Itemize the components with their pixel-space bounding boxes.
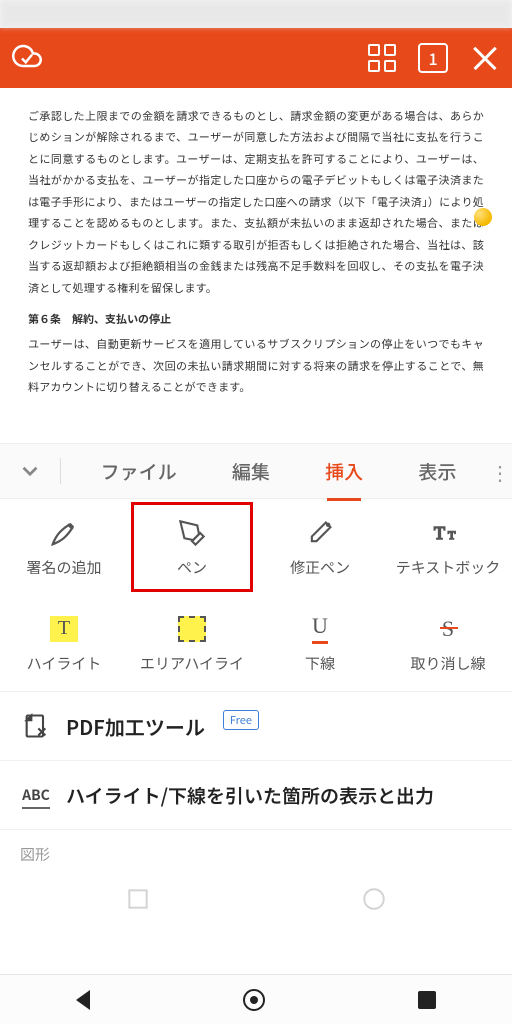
page-number-badge[interactable]: 1	[418, 43, 448, 73]
cloud-sync-icon[interactable]	[12, 41, 42, 76]
section-title: PDF加工ツール	[66, 712, 205, 741]
status-bar	[0, 0, 512, 28]
android-nav-bar	[0, 974, 512, 1024]
tool-pen[interactable]: ペン	[128, 499, 256, 595]
nav-back-icon[interactable]	[76, 990, 90, 1010]
app-header: 1	[0, 28, 512, 88]
tool-area-highlight[interactable]: エリアハイライ	[128, 595, 256, 691]
document-viewport[interactable]: ご承認した上限までの金額を請求できるものとし、請求金額の変更がある場合は、あらか…	[0, 88, 512, 443]
underline-icon: U	[312, 613, 328, 645]
tab-view[interactable]: 表示	[416, 454, 458, 489]
tool-label: テキストボック	[396, 557, 501, 578]
tab-edit[interactable]: 編集	[230, 454, 272, 489]
section-highlight-output[interactable]: ABC ハイライト/下線を引いた箇所の表示と出力	[0, 760, 512, 829]
area-highlight-icon	[178, 613, 206, 645]
tool-underline[interactable]: U 下線	[256, 595, 384, 691]
document-heading: 第６条 解約、支払いの停止	[28, 309, 484, 330]
divider	[60, 458, 61, 484]
emoji-sticker	[474, 208, 492, 226]
shapes-row[interactable]	[0, 871, 512, 927]
pdf-tools-icon	[20, 710, 52, 742]
tool-label: エリアハイライ	[140, 653, 244, 674]
tool-label: 署名の追加	[26, 557, 101, 578]
close-icon[interactable]	[470, 43, 500, 73]
tool-label: 修正ペン	[290, 557, 350, 578]
tool-strikethrough[interactable]: S 取り消し線	[384, 595, 512, 691]
tool-label: 取り消し線	[410, 653, 485, 674]
section-title: ハイライト/下線を引いた箇所の表示と出力	[66, 782, 434, 809]
ribbon-tabs: ファイル 編集 挿入 表示 ⋮	[0, 443, 512, 499]
tab-more-icon[interactable]: ⋮	[488, 457, 512, 486]
document-paragraph: ご承認した上限までの金額を請求できるものとし、請求金額の変更がある場合は、あらか…	[28, 106, 484, 299]
nav-recent-icon[interactable]	[418, 991, 436, 1009]
tool-correction-pen[interactable]: 修正ペン	[256, 499, 384, 595]
nav-home-icon[interactable]	[243, 989, 265, 1011]
insert-panel: 署名の追加 ペン 修正ペン TT テキストボック T ハイライト エリアハイライ…	[0, 499, 512, 974]
svg-text:T: T	[434, 523, 445, 543]
tool-label: 下線	[305, 653, 335, 674]
tool-highlight[interactable]: T ハイライト	[0, 595, 128, 691]
free-badge: Free	[223, 710, 259, 730]
abc-underline-icon: ABC	[20, 779, 52, 811]
thumbnails-icon[interactable]	[368, 44, 396, 72]
correction-pen-icon	[306, 517, 334, 549]
collapse-panel-icon[interactable]	[0, 458, 60, 484]
strikethrough-icon: S	[442, 613, 454, 645]
highlight-icon: T	[50, 613, 78, 645]
tab-file[interactable]: ファイル	[99, 454, 179, 489]
document-paragraph: ユーザーは、自動更新サービスを適用しているサブスクリプションの停止をいつでもキャ…	[28, 334, 484, 398]
shapes-heading: 図形	[0, 829, 512, 871]
tool-label: ペン	[177, 557, 207, 578]
tool-label: ハイライト	[27, 653, 102, 674]
svg-text:T: T	[448, 528, 456, 542]
section-pdf-tools[interactable]: PDF加工ツール Free	[0, 691, 512, 760]
tool-signature[interactable]: 署名の追加	[0, 499, 128, 595]
tool-textbox[interactable]: TT テキストボック	[384, 499, 512, 595]
tab-insert[interactable]: 挿入	[323, 454, 365, 489]
textbox-icon: TT	[432, 517, 464, 549]
signature-icon	[49, 517, 79, 549]
pen-icon	[178, 517, 206, 549]
